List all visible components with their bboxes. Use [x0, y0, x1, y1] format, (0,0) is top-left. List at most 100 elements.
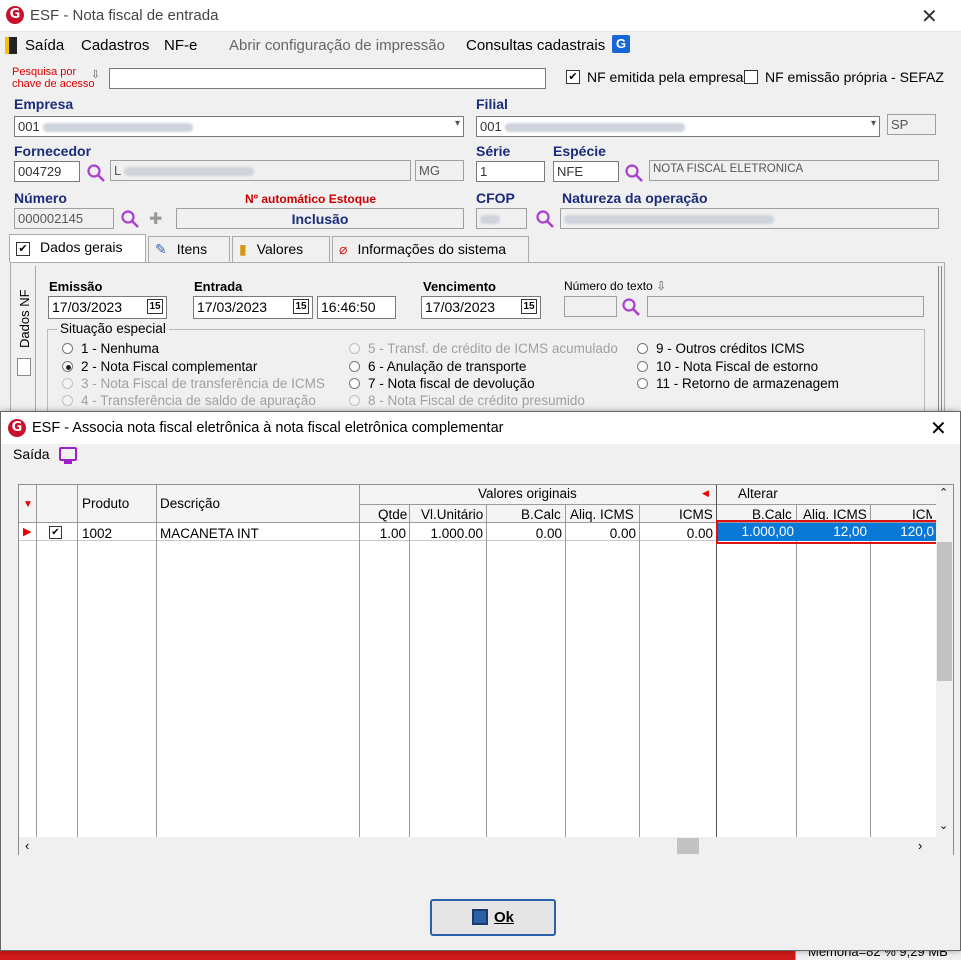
- arrow-down-icon: ⇩: [91, 69, 101, 81]
- chevron-down-icon: ▾: [454, 118, 460, 129]
- complement-dialog: G ESF - Associa nota fiscal eletrônica à…: [0, 411, 961, 951]
- entrada-time-input[interactable]: 16:46:50: [317, 296, 396, 319]
- radio-opt-6[interactable]: 6 - Anulação de transporte: [349, 359, 526, 374]
- radio-opt-5: 5 - Transf. de crédito de ICMS acumulado: [349, 341, 618, 356]
- col-aliq-icms[interactable]: Aliq. ICMS: [570, 507, 634, 522]
- calendar-icon[interactable]: 15: [293, 299, 309, 314]
- panel-edge: [938, 266, 942, 412]
- group-alterar: Alterar: [738, 486, 778, 501]
- app-logo-icon: G: [8, 419, 26, 437]
- serie-input[interactable]: 1: [476, 161, 545, 182]
- calendar-icon[interactable]: 15: [147, 299, 163, 314]
- ok-button[interactable]: Ok: [430, 899, 556, 936]
- nf-propria-checkbox[interactable]: [744, 70, 758, 84]
- calendar-icon[interactable]: 15: [521, 299, 537, 314]
- col-qtde[interactable]: Qtde: [378, 507, 407, 522]
- numero-texto-desc: [647, 296, 924, 317]
- col-descricao[interactable]: Descrição: [160, 496, 220, 511]
- cell-bcalc[interactable]: 0.00: [486, 526, 562, 541]
- menu-abrir-config[interactable]: Abrir configuração de impressão: [229, 37, 445, 54]
- menu-nfe[interactable]: NF-e: [164, 37, 197, 54]
- cell-produto[interactable]: 1002: [82, 526, 112, 541]
- hscroll-thumb[interactable]: [677, 838, 699, 854]
- search-input[interactable]: [109, 68, 546, 89]
- collapse-left-icon[interactable]: ◀: [702, 488, 709, 499]
- radio-icon: [349, 378, 360, 389]
- entrada-label: Entrada: [194, 279, 243, 294]
- especie-label: Espécie: [553, 143, 606, 159]
- grid-line: [639, 504, 640, 855]
- group-valores-originais: Valores originais: [478, 486, 577, 501]
- cell-qtde[interactable]: 1.00: [359, 526, 406, 541]
- radio-opt-2[interactable]: 2 - Nota Fiscal complementar: [62, 359, 257, 374]
- exit-door-icon: [5, 37, 17, 54]
- chevron-down-icon[interactable]: ⌄: [939, 819, 948, 832]
- radio-opt-11[interactable]: 11 - Retorno de armazenagem: [637, 376, 839, 391]
- col-vl-unitario[interactable]: Vl.Unitário: [421, 507, 483, 522]
- grid-line: [359, 504, 936, 505]
- vencimento-date-input[interactable]: 17/03/2023 15: [421, 296, 541, 319]
- grid-line: [796, 504, 797, 855]
- grid-line: [77, 485, 78, 855]
- cell-vl-unitario[interactable]: 1.000.00: [409, 526, 483, 541]
- chevron-left-icon[interactable]: ‹: [25, 838, 29, 853]
- numero-input[interactable]: 000002145: [14, 208, 114, 229]
- side-tab-dados-nf[interactable]: Dados NF: [17, 289, 32, 348]
- tab-valores[interactable]: ▮ Valores: [232, 236, 330, 262]
- close-icon[interactable]: ✕: [930, 416, 947, 440]
- chevron-right-icon[interactable]: ›: [918, 838, 922, 853]
- especie-input[interactable]: NFE: [553, 161, 619, 182]
- col-icms[interactable]: ICMS: [679, 507, 713, 522]
- side-tabs: Dados NF: [14, 266, 36, 412]
- radio-opt-9[interactable]: 9 - Outros créditos ICMS: [637, 341, 805, 356]
- col-produto[interactable]: Produto: [82, 496, 129, 511]
- cfop-input[interactable]: [476, 208, 527, 229]
- nf-emitida-checkbox[interactable]: ✔: [566, 70, 580, 84]
- radio-selected-icon: [62, 361, 73, 372]
- menu-saida[interactable]: Saída: [25, 37, 64, 54]
- dialog-menu-saida[interactable]: Saída: [13, 446, 50, 462]
- fornecedor-uf: MG: [415, 160, 464, 181]
- horizontal-scrollbar[interactable]: ‹ ›: [19, 837, 936, 855]
- document-icon[interactable]: [17, 358, 31, 376]
- app-shortcut-icon[interactable]: G: [612, 35, 630, 53]
- cell-aliq[interactable]: 0.00: [565, 526, 636, 541]
- search-icon[interactable]: [86, 163, 106, 183]
- row-checkbox[interactable]: ✔: [49, 526, 62, 539]
- dialog-title: ESF - Associa nota fiscal eletrônica à n…: [32, 420, 504, 436]
- monitor-icon[interactable]: [59, 447, 77, 461]
- add-icon[interactable]: ✚: [149, 209, 162, 229]
- numero-texto-input[interactable]: [564, 296, 617, 317]
- tab-dados-gerais[interactable]: ✔ Dados gerais: [9, 234, 146, 262]
- radio-opt-7[interactable]: 7 - Nota fiscal de devolução: [349, 376, 535, 391]
- emissao-date-input[interactable]: 17/03/2023 15: [48, 296, 167, 319]
- radio-opt-8: 8 - Nota Fiscal de crédito presumido: [349, 393, 585, 408]
- search-icon[interactable]: [535, 209, 555, 229]
- nf-emitida-label: NF emitida pela empresa: [587, 69, 744, 85]
- entrada-date-input[interactable]: 17/03/2023 15: [193, 296, 313, 319]
- radio-opt-10[interactable]: 10 - Nota Fiscal de estorno: [637, 359, 818, 374]
- empresa-select[interactable]: 001 ▾: [14, 116, 464, 137]
- scroll-thumb[interactable]: [937, 542, 952, 681]
- search-icon[interactable]: [621, 297, 641, 317]
- cell-icms[interactable]: 0.00: [639, 526, 713, 541]
- menu-consultas[interactable]: Consultas cadastrais: [466, 37, 605, 54]
- tab-itens[interactable]: ✎ Itens: [148, 236, 230, 262]
- menu-cadastros[interactable]: Cadastros: [81, 37, 149, 54]
- fornecedor-code-input[interactable]: 004729: [14, 161, 80, 182]
- search-icon[interactable]: [624, 163, 644, 183]
- grid-line: [409, 504, 410, 855]
- radio-opt-1[interactable]: 1 - Nenhuma: [62, 341, 159, 356]
- close-icon[interactable]: ✕: [921, 4, 938, 28]
- natureza-field: [560, 208, 939, 229]
- search-icon[interactable]: [120, 209, 140, 229]
- chevron-up-icon[interactable]: ⌃: [939, 486, 948, 499]
- cell-descricao[interactable]: MACANETA INT: [160, 526, 259, 541]
- col-bcalc[interactable]: B.Calc: [521, 507, 561, 522]
- tab-informacoes[interactable]: ⌀ Informações do sistema: [332, 236, 529, 262]
- sort-arrow-icon[interactable]: ▼: [23, 499, 33, 510]
- edit-icon: ✎: [155, 241, 167, 257]
- vertical-scrollbar[interactable]: ⌃ ⌄: [936, 485, 953, 837]
- filial-select[interactable]: 001 ▾: [476, 116, 880, 137]
- inclusao-status: Inclusão: [176, 208, 464, 229]
